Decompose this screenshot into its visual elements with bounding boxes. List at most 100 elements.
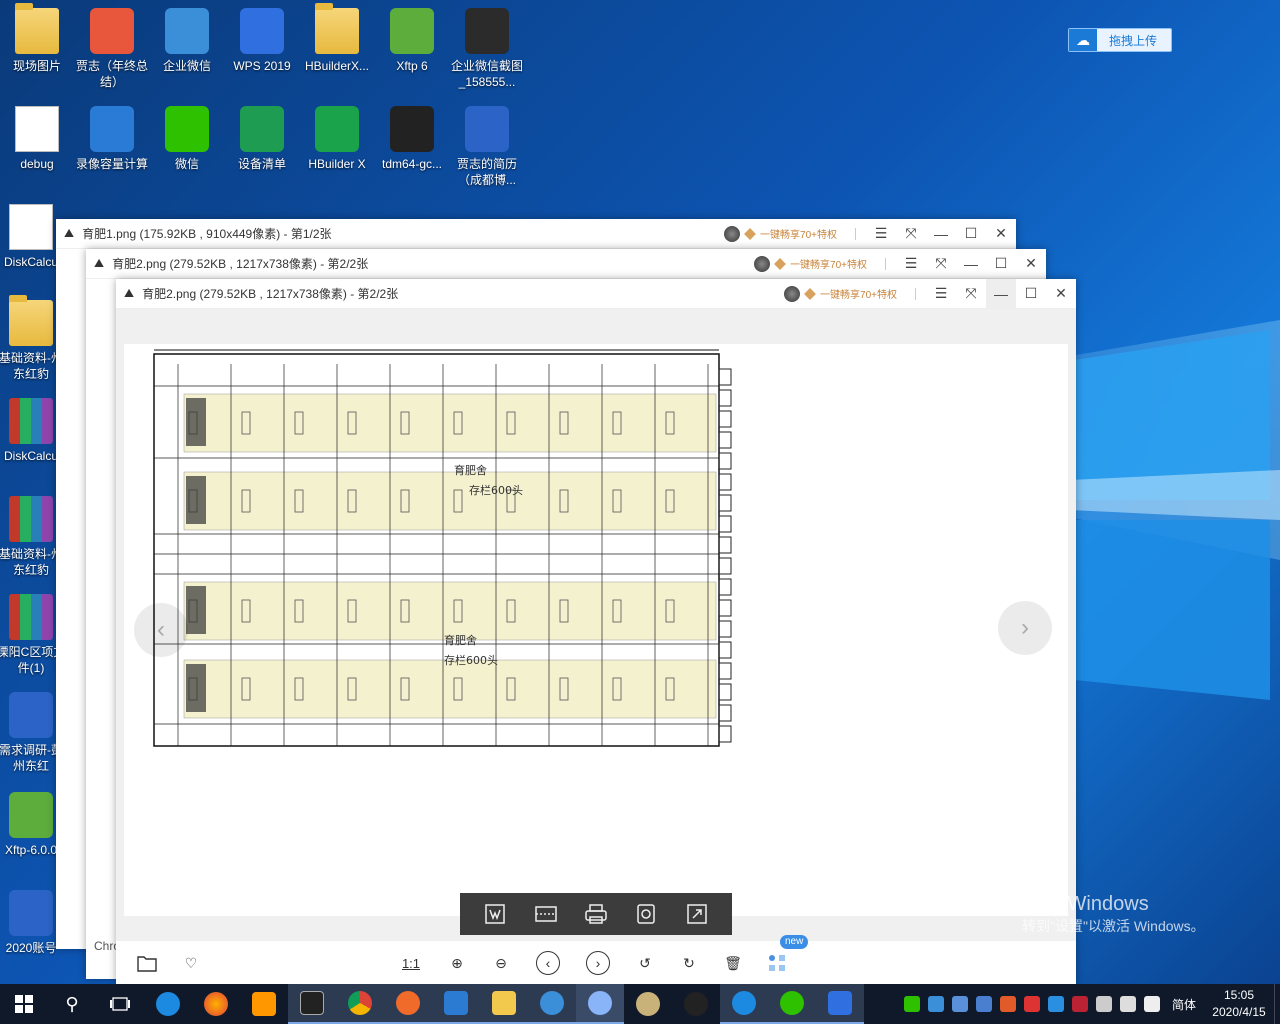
app-tray-icon[interactable] [1071,996,1088,1012]
explorer-taskbar-icon[interactable] [480,984,528,1024]
image-viewer-window-3[interactable]: ⛰ 育肥2.png (279.52KB , 1217x738像素) - 第2/2… [116,278,1076,985]
vip-promo[interactable]: 一键畅享70+特权 [754,255,867,272]
close-button[interactable]: ✕ [986,219,1016,249]
shortcut-label: 现场图片 [12,59,61,73]
wecom-tray-icon[interactable] [927,996,944,1012]
desktop-shortcut[interactable]: 现场图片 [0,3,74,74]
window-titlebar[interactable]: ⛰ 育肥1.png (175.92KB , 910x449像素) - 第1/2张… [56,219,1016,249]
next-icon[interactable]: › [586,951,610,975]
ocr-icon[interactable] [482,901,508,927]
desktop-shortcut[interactable]: HBuilder X [300,106,374,172]
pen-app-taskbar-icon[interactable] [384,984,432,1024]
window-title: 育肥2.png (279.52KB , 1217x738像素) - 第2/2张 [142,287,399,301]
security-tray-icon[interactable] [999,996,1016,1012]
search-icon[interactable]: ⚲ [48,984,96,1024]
fullscreen-icon[interactable]: ⤧ [956,279,986,309]
desktop-shortcut[interactable]: WPS 2019 [225,8,299,74]
image-canvas[interactable]: 育肥舍 存栏600头 育肥舍 存栏600头 [124,344,1068,916]
sublime-taskbar-icon[interactable] [240,984,288,1024]
rotate-left-icon[interactable]: ↺ [632,950,658,976]
floor-plan-image: 育肥舍存栏600头育肥舍存栏600头 [153,349,732,747]
paint-taskbar-icon[interactable] [624,984,672,1024]
window-titlebar[interactable]: ⛰ 育肥2.png (279.52KB , 1217x738像素) - 第2/2… [86,249,1046,279]
desktop-shortcut[interactable]: 企业微信 [150,8,224,74]
print-icon[interactable] [583,901,609,927]
fullscreen-icon[interactable]: ⤧ [926,249,956,279]
rotate-right-icon[interactable]: ↻ [676,950,702,976]
drag-upload-button[interactable]: ☁ 拖拽上传 [1068,28,1172,52]
display-tray-icon[interactable] [1095,996,1112,1012]
minimize-button[interactable]: — [956,249,986,279]
zoom-in-icon[interactable]: ⊕ [444,950,470,976]
maximize-button[interactable]: ☐ [956,219,986,249]
edge-taskbar-icon[interactable] [720,984,768,1024]
wechat-taskbar-icon[interactable] [768,984,816,1024]
taskbar: ⚲ 简体 15:05 2020/4/15 [0,984,1280,1024]
desktop-shortcut[interactable]: 企业微信截图_158555... [450,8,524,90]
sync-tray-icon[interactable] [975,996,992,1012]
minimize-button[interactable]: — [986,278,1016,309]
maximize-button[interactable]: ☐ [986,249,1016,279]
qq-taskbar-icon[interactable] [672,984,720,1024]
more-apps-icon[interactable] [764,950,790,976]
wechat-tray-icon[interactable] [903,996,920,1012]
wps-taskbar-icon[interactable] [816,984,864,1024]
chrome-taskbar-icon[interactable] [336,984,384,1024]
firefox-taskbar-icon[interactable] [192,984,240,1024]
separator [915,287,916,300]
desktop-shortcut[interactable]: 微信 [150,106,224,172]
network-tray-icon[interactable] [951,996,968,1012]
convert-icon[interactable] [633,901,659,927]
menu-icon[interactable]: ☰ [896,249,926,279]
drawing-label: 存栏600头 [444,653,498,667]
image-viewer-taskbar-icon[interactable] [576,984,624,1024]
desktop-shortcut[interactable]: Xftp 6 [375,8,449,74]
winrar-icon [9,594,53,640]
actual-size-button[interactable]: 1:1 [398,950,424,976]
calculator-icon [90,106,134,152]
close-button[interactable]: ✕ [1046,279,1076,309]
usb-tray-icon[interactable] [1119,996,1136,1012]
ie-taskbar-icon[interactable] [144,984,192,1024]
fullscreen-icon[interactable]: ⤧ [896,219,926,249]
desktop-shortcut[interactable]: 录像容量计算 [75,106,149,172]
bluetooth-tray-icon[interactable] [1047,996,1064,1012]
zoom-out-icon[interactable]: ⊖ [488,950,514,976]
desktop-shortcut[interactable]: HBuilderX... [300,3,374,74]
shortcut-label: debug [20,157,54,171]
show-desktop-button[interactable] [1274,984,1280,1024]
prev-image-button[interactable]: ‹ [134,603,188,657]
terminal-taskbar-icon[interactable] [288,984,336,1024]
hbuilder-icon [315,106,359,152]
desktop-shortcut[interactable]: 贾志的简历（成都博... [450,106,524,188]
task-view-icon[interactable] [96,984,144,1024]
viewer-bottom-bar: ♡ 1:1 ⊕ ⊖ ‹ › ↺ ↻ 🗑 new [116,935,1076,985]
desktop-shortcut[interactable]: tdm64-gc... [375,106,449,172]
volume-muted-icon[interactable] [1143,996,1160,1012]
menu-icon[interactable]: ☰ [926,279,956,309]
next-image-button[interactable]: › [998,601,1052,655]
antivirus-tray-icon[interactable] [1023,996,1040,1012]
expand-icon[interactable] [684,901,710,927]
start-button[interactable] [0,984,48,1024]
menu-icon[interactable]: ☰ [866,219,896,249]
wecom-taskbar-icon[interactable] [528,984,576,1024]
clock[interactable]: 15:05 2020/4/15 [1204,987,1274,1021]
maximize-button[interactable]: ☐ [1016,279,1046,309]
scan-icon[interactable] [533,901,559,927]
delete-icon[interactable]: 🗑 [720,950,746,976]
desktop-shortcut[interactable]: 设备清单 [225,106,299,172]
minimize-button[interactable]: — [926,219,956,249]
close-button[interactable]: ✕ [1016,249,1046,279]
ime-indicator[interactable]: 简体 [1172,996,1196,1013]
previous-icon[interactable]: ‹ [536,951,560,975]
vip-promo[interactable]: 一键畅享70+特权 [724,225,837,242]
desktop-shortcut[interactable]: 贾志（年终总结） [75,8,149,90]
open-folder-icon[interactable] [134,950,160,976]
shortcut-label: 微信 [174,157,199,171]
window-titlebar[interactable]: ⛰ 育肥2.png (279.52KB , 1217x738像素) - 第2/2… [116,278,1076,309]
favorite-icon[interactable]: ♡ [178,950,204,976]
desktop-shortcut[interactable]: debug [0,106,74,172]
vip-promo[interactable]: 一键畅享70+特权 [784,285,897,302]
window-app-taskbar-icon[interactable] [432,984,480,1024]
